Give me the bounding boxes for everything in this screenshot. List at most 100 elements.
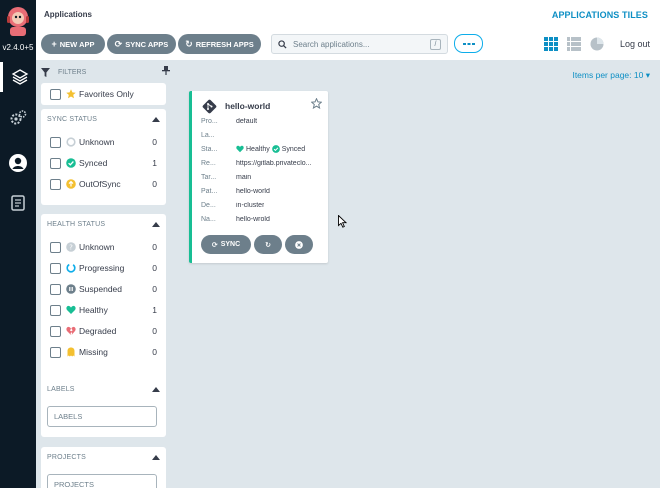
items-per-page-dropdown[interactable]: Items per page: 10 ▾	[572, 70, 650, 81]
projects-panel: PROJECTS PROJECTS	[41, 447, 166, 488]
tiles-view-icon[interactable]	[544, 37, 558, 51]
card-row-project: Pro... default	[201, 115, 326, 127]
card-row-target: Tar... main	[201, 171, 326, 183]
collapse-caret-icon[interactable]	[152, 387, 160, 392]
sync-filter-unknown[interactable]: Unknown 0	[50, 135, 157, 149]
times-circle-icon	[295, 240, 303, 249]
collapse-caret-icon[interactable]	[152, 117, 160, 122]
pin-icon[interactable]	[162, 66, 170, 75]
filters-header: FILTERS	[41, 65, 172, 79]
search-shortcut: /	[430, 39, 441, 50]
filter-label: OutOfSync	[79, 179, 121, 189]
filters-label: FILTERS	[58, 68, 87, 76]
git-icon	[202, 99, 217, 114]
sync-status-title: SYNC STATUS	[47, 116, 98, 123]
checkbox[interactable]	[50, 157, 61, 169]
logout-link[interactable]: Log out	[620, 39, 650, 49]
plus-icon: +	[51, 39, 57, 49]
sync-filter-synced[interactable]: Synced 1	[50, 156, 157, 170]
labels-panel: LABELS LABELS	[41, 379, 166, 437]
collapse-caret-icon[interactable]	[152, 222, 160, 227]
refresh-icon: ↻	[265, 241, 271, 249]
health-filter-healthy[interactable]: Healthy 1	[50, 303, 157, 317]
row-value: main	[236, 173, 252, 181]
filter-count: 0	[152, 179, 157, 189]
heart-icon	[236, 145, 244, 153]
checkbox[interactable]	[50, 136, 61, 148]
checkbox[interactable]	[50, 241, 61, 253]
checkbox[interactable]	[50, 178, 61, 190]
checkbox[interactable]	[50, 262, 61, 274]
projects-input[interactable]: PROJECTS	[47, 474, 157, 488]
filter-count: 0	[152, 347, 157, 357]
nav-item-docs[interactable]	[0, 188, 36, 218]
sync-filter-out-of-sync[interactable]: OutOfSync 0	[50, 177, 157, 191]
row-value: default	[236, 117, 258, 125]
items-per-page-label: Items per page: 10	[572, 70, 644, 80]
labels-input[interactable]: LABELS	[47, 406, 157, 427]
favorites-only-filter[interactable]: Favorites Only	[50, 87, 157, 101]
top-bar: Applications APPLICATIONS TILES + NEW AP…	[36, 0, 660, 60]
arrow-circle-up-icon	[66, 179, 76, 189]
namespace-button[interactable]	[454, 34, 483, 53]
search-box[interactable]: /	[271, 34, 448, 54]
card-row-repository: Re... https://gitlab.privateclo...	[201, 157, 326, 169]
filter-count: 0	[152, 284, 157, 294]
svg-text:?: ?	[69, 244, 73, 252]
favorites-label: Favorites Only	[79, 89, 134, 99]
favorites-checkbox[interactable]	[50, 88, 61, 100]
application-card[interactable]: hello-world Pro... default La... Sta... …	[189, 91, 328, 263]
star-outline-icon[interactable]	[311, 98, 322, 109]
checkbox[interactable]	[50, 325, 61, 337]
row-value: Healthy Synced	[236, 145, 305, 153]
row-key: Re...	[201, 159, 216, 167]
filter-count: 0	[152, 137, 157, 147]
checkbox[interactable]	[50, 304, 61, 316]
app-name[interactable]: hello-world	[225, 101, 270, 111]
argo-logo[interactable]	[5, 5, 31, 39]
filter-count: 0	[152, 326, 157, 336]
health-filter-suspended[interactable]: Suspended 0	[50, 282, 157, 296]
sync-status-panel: SYNC STATUS Unknown 0 Synced 1 OutOfSync…	[41, 109, 166, 205]
question-circle-icon: ?	[66, 242, 76, 252]
nav-item-settings[interactable]	[0, 103, 36, 133]
sync-icon: ⟳	[211, 241, 218, 249]
health-filter-unknown[interactable]: ? Unknown 0	[50, 240, 157, 254]
refresh-apps-button[interactable]: ↻ REFRESH APPS	[178, 34, 261, 54]
search-input[interactable]	[293, 39, 423, 49]
health-filter-progressing[interactable]: Progressing 0	[50, 261, 157, 275]
filter-label: Progressing	[79, 263, 125, 273]
collapse-caret-icon[interactable]	[152, 455, 160, 460]
row-value: hello-world	[236, 187, 270, 195]
filter-label: Healthy	[79, 305, 108, 315]
sync-apps-label: SYNC APPS	[125, 39, 169, 49]
row-key: Sta...	[201, 145, 218, 153]
card-refresh-button[interactable]: ↻	[254, 235, 282, 254]
health-filter-degraded[interactable]: Degraded 0	[50, 324, 157, 338]
summary-view-icon[interactable]	[590, 37, 604, 51]
filter-count: 0	[152, 263, 157, 273]
check-circle-icon	[271, 145, 280, 153]
filter-count: 1	[152, 158, 157, 168]
list-view-icon[interactable]	[567, 37, 581, 51]
book-icon	[11, 195, 25, 211]
refresh-icon: ↻	[185, 38, 193, 49]
filter-count: 1	[152, 305, 157, 315]
card-sync-button[interactable]: ⟳ SYNC	[201, 235, 251, 254]
checkbox[interactable]	[50, 283, 61, 295]
card-delete-button[interactable]	[285, 235, 313, 254]
sync-apps-button[interactable]: ⟳ SYNC APPS	[107, 34, 176, 54]
filter-count: 0	[152, 242, 157, 252]
new-app-button[interactable]: + NEW APP	[41, 34, 105, 54]
filter-label: Suspended	[79, 284, 123, 294]
heart-icon	[66, 305, 76, 315]
nav-item-user-info[interactable]	[0, 148, 36, 178]
heart-broken-icon	[66, 326, 76, 336]
spinner-icon	[66, 263, 76, 273]
filter-label: Synced	[79, 158, 108, 168]
checkbox[interactable]	[50, 346, 61, 358]
left-nav: v2.4.0+5	[0, 0, 36, 488]
sync-status: Synced	[281, 145, 306, 153]
health-filter-missing[interactable]: Missing 0	[50, 345, 157, 359]
nav-item-applications[interactable]	[0, 62, 36, 92]
